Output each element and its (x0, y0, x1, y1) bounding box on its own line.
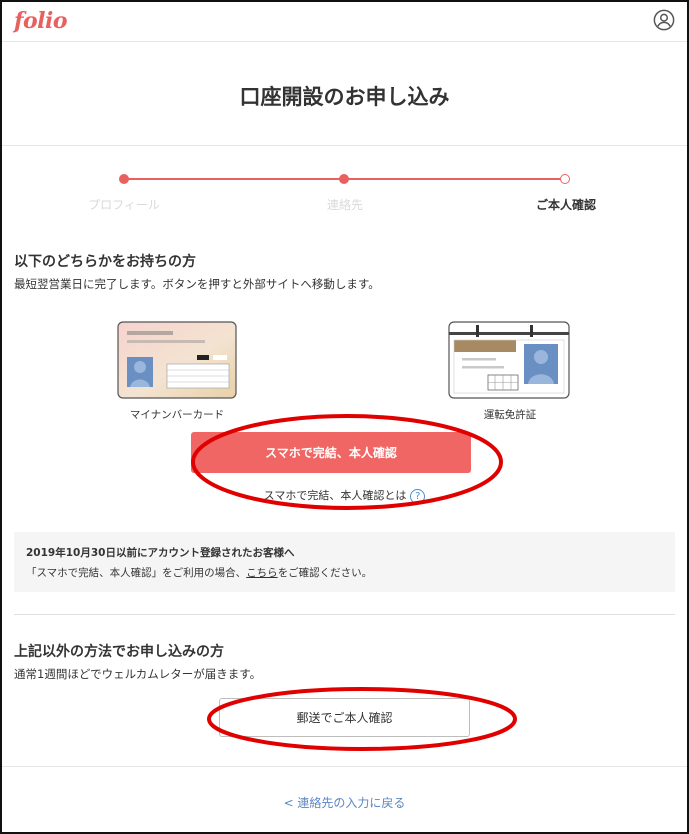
notice-here-link[interactable]: こちら (246, 567, 278, 579)
step-label-contact: 連絡先 (326, 198, 363, 212)
app-header: folio (2, 2, 687, 42)
help-link-label: スマホで完結、本人確認とは (263, 489, 407, 502)
section-description-id-docs: 最短翌営業日に完了します。ボタンを押すと外部サイトへ移動します。 (14, 277, 380, 291)
notice-text-before: 「スマホで完結、本人確認」をご利用の場合、 (26, 567, 247, 579)
card-caption-drivers-license: 運転免許証 (483, 409, 537, 421)
step-dot-profile (119, 174, 129, 184)
help-question-icon[interactable]: ? (410, 488, 426, 504)
step-label-identity: ご本人確認 (535, 198, 596, 212)
step-dot-identity (560, 174, 570, 184)
smartphone-verify-help-link[interactable]: スマホで完結、本人確認とは? (0, 487, 689, 504)
smartphone-verify-button[interactable]: スマホで完結、本人確認 (191, 432, 471, 473)
step-dot-contact (339, 174, 349, 184)
account-circle-icon[interactable] (653, 9, 675, 31)
notice-text-after: をご確認ください。 (277, 567, 373, 579)
back-to-contact-link[interactable]: < 連絡先の入力に戻る (0, 794, 689, 811)
page-title: 口座開設のお申し込み (239, 85, 450, 109)
notice-title: 2019年10月30日以前にアカウント登録されたお客様へ (26, 547, 295, 559)
my-number-card-icon (117, 321, 237, 399)
section-description-other-methods: 通常1週間ほどでウェルカムレターが届きます。 (14, 667, 262, 681)
mail-verify-label: 郵送でご本人確認 (296, 711, 393, 725)
folio-logo[interactable]: folio (14, 8, 68, 34)
title-section: 口座開設のお申し込み (2, 43, 687, 146)
notice-text: 「スマホで完結、本人確認」をご利用の場合、こちらをご確認ください。 (26, 565, 372, 580)
section-title-other-methods: 上記以外の方法でお申し込みの方 (14, 644, 224, 660)
progress-stepper: プロフィール 連絡先 ご本人確認 (0, 146, 689, 216)
card-caption-my-number: マイナンバーカード (129, 409, 225, 421)
legacy-account-notice: 2019年10月30日以前にアカウント登録されたお客様へ 「スマホで完結、本人確… (14, 532, 675, 592)
drivers-license-icon (448, 321, 570, 399)
section-title-id-docs: 以下のどちらかをお持ちの方 (14, 254, 196, 270)
smartphone-verify-label: スマホで完結、本人確認 (265, 446, 397, 460)
section-divider (14, 614, 675, 615)
footer-divider (2, 766, 687, 767)
mail-verify-button[interactable]: 郵送でご本人確認 (219, 698, 470, 737)
step-label-profile: プロフィール (88, 198, 160, 212)
